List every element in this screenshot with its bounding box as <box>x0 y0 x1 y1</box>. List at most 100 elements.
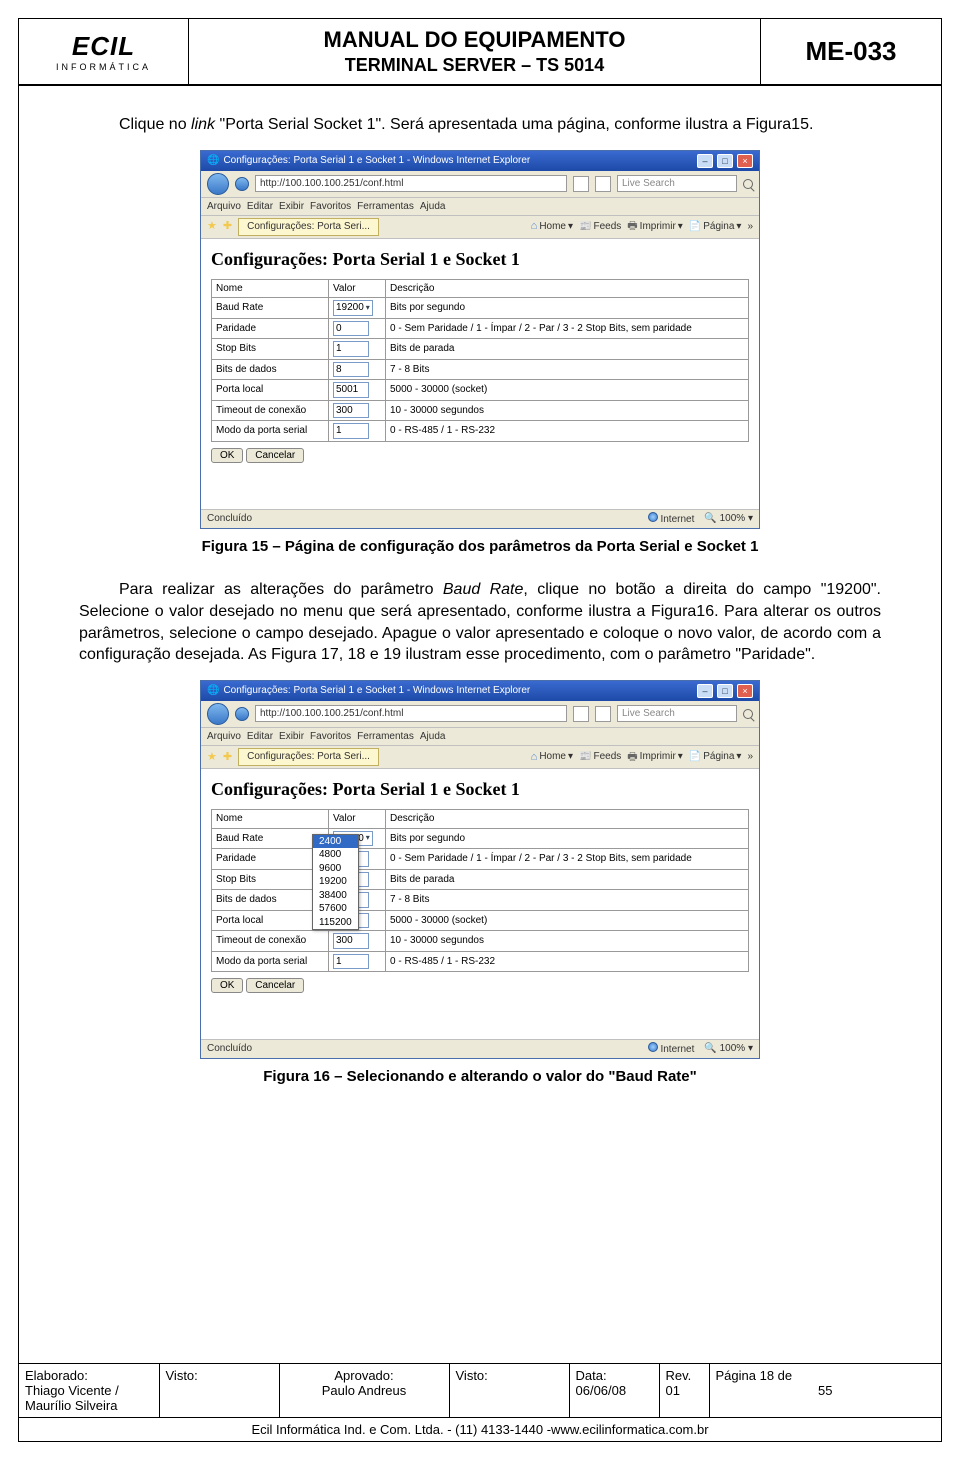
ie-window-1: 🌐 Configurações: Porta Serial 1 e Socket… <box>200 150 760 530</box>
footer-elaborado-2: Maurílio Silveira <box>25 1398 153 1413</box>
ie-favicon-2: 🌐 <box>207 684 219 698</box>
p1-a: Clique no <box>119 116 191 133</box>
config-table-2: Nome Valor Descrição Baud Rate19200▾Bits… <box>211 809 749 972</box>
print-tool[interactable]: 🖶Imprimir ▾ <box>627 219 683 234</box>
footer-data-label: Data: <box>576 1368 653 1383</box>
dropdown-opt-57600[interactable]: 57600 <box>313 902 358 916</box>
ok-button[interactable]: OK <box>211 448 243 463</box>
modo-input[interactable]: 1 <box>333 423 369 439</box>
feeds-tool[interactable]: 📰 Feeds <box>579 220 621 234</box>
dropdown-opt-115200[interactable]: 115200 <box>313 916 358 930</box>
config-heading: Configurações: Porta Serial 1 e Socket 1 <box>211 247 749 271</box>
browser-tab[interactable]: Configurações: Porta Seri... <box>238 218 379 236</box>
close-button[interactable]: × <box>737 154 753 168</box>
print-tool-2[interactable]: 🖶Imprimir ▾ <box>627 750 683 765</box>
menu-editar-2[interactable]: Editar <box>247 730 273 744</box>
ie-title-text-2: Configurações: Porta Serial 1 e Socket 1… <box>223 684 693 698</box>
close-button-2[interactable]: × <box>737 684 753 698</box>
ie-titlebar: 🌐 Configurações: Porta Serial 1 e Socket… <box>201 151 759 171</box>
portalocal-input[interactable]: 5001 <box>333 382 369 398</box>
figure-15: 🌐 Configurações: Porta Serial 1 e Socket… <box>79 150 881 530</box>
footer-aprovado-name: Paulo Andreus <box>286 1383 443 1398</box>
ie-statusbar: Concluído Internet 🔍 100% ▾ <box>201 509 759 529</box>
favorites-icon[interactable]: ★ <box>207 219 217 234</box>
cancel-button[interactable]: Cancelar <box>246 448 304 463</box>
footer-company-line: Ecil Informática Ind. e Com. Ltda. - (11… <box>19 1418 941 1442</box>
baudrate-select[interactable]: 19200▾ <box>333 300 373 316</box>
timeout-input[interactable]: 300 <box>333 403 369 419</box>
minimize-button-2[interactable]: – <box>697 684 713 698</box>
menu-exibir[interactable]: Exibir <box>279 200 304 214</box>
maximize-button[interactable]: □ <box>717 154 733 168</box>
chevron-right-icon[interactable]: » <box>747 220 753 234</box>
cancel-button-2[interactable]: Cancelar <box>246 978 304 993</box>
caption-fig15: Figura 15 – Página de configuração dos p… <box>79 537 881 557</box>
config-heading-2: Configurações: Porta Serial 1 e Socket 1 <box>211 777 749 801</box>
add-fav-icon-2[interactable]: ✚ <box>223 750 232 765</box>
favorites-icon-2[interactable]: ★ <box>207 750 217 765</box>
p2-a: Para realizar as alterações do parâmetro <box>119 581 443 598</box>
chevron-right-icon-2[interactable]: » <box>747 750 753 764</box>
dropdown-opt-9600[interactable]: 9600 <box>313 862 358 876</box>
dropdown-opt-2400[interactable]: 2400 <box>313 835 358 849</box>
menu-favoritos[interactable]: Favoritos <box>310 200 351 214</box>
search-box-2[interactable]: Live Search <box>617 705 737 723</box>
feeds-tool-2[interactable]: 📰 Feeds <box>579 750 621 764</box>
menu-arquivo[interactable]: Arquivo <box>207 200 241 214</box>
address-bar[interactable]: http://100.100.100.251/conf.html <box>255 175 567 193</box>
refresh-button-2[interactable] <box>595 706 611 722</box>
menu-favoritos-2[interactable]: Favoritos <box>310 730 351 744</box>
menu-editar[interactable]: Editar <box>247 200 273 214</box>
page-tool[interactable]: 📄 Página ▾ <box>689 220 742 234</box>
browser-tab-2[interactable]: Configurações: Porta Seri... <box>238 748 379 766</box>
go-button[interactable] <box>573 176 589 192</box>
zoom-control[interactable]: 🔍 100% ▾ <box>704 512 753 526</box>
footer-aprovado-label: Aprovado: <box>286 1368 443 1383</box>
databits-input[interactable]: 8 <box>333 362 369 378</box>
ok-button-2[interactable]: OK <box>211 978 243 993</box>
page-tool-2[interactable]: 📄 Página ▾ <box>689 750 742 764</box>
zoom-control-2[interactable]: 🔍 100% ▾ <box>704 1042 753 1056</box>
back-button-2[interactable] <box>207 703 229 725</box>
maximize-button-2[interactable]: □ <box>717 684 733 698</box>
paragraph-1: Clique no link "Porta Serial Socket 1". … <box>79 114 881 136</box>
refresh-button[interactable] <box>595 176 611 192</box>
dropdown-opt-4800[interactable]: 4800 <box>313 848 358 862</box>
title-cell: MANUAL DO EQUIPAMENTO TERMINAL SERVER – … <box>189 19 761 84</box>
p1-c: "Porta Serial Socket 1". Será apresentad… <box>215 116 813 133</box>
ie-favicon: 🌐 <box>207 154 219 168</box>
footer-data-value: 06/06/08 <box>576 1383 653 1398</box>
go-button-2[interactable] <box>573 706 589 722</box>
menu-exibir-2[interactable]: Exibir <box>279 730 304 744</box>
menu-arquivo-2[interactable]: Arquivo <box>207 730 241 744</box>
home-tool-2[interactable]: ⌂Home ▾ <box>531 750 573 765</box>
ie-window-2: 🌐 Configurações: Porta Serial 1 e Socket… <box>200 680 760 1060</box>
paridade-input[interactable]: 0 <box>333 321 369 337</box>
globe-icon-2 <box>648 1042 658 1052</box>
code-cell: ME-033 <box>761 19 941 84</box>
add-fav-icon[interactable]: ✚ <box>223 219 232 234</box>
forward-button-2[interactable] <box>235 707 249 721</box>
search-icon[interactable] <box>743 179 753 189</box>
back-button[interactable] <box>207 173 229 195</box>
menu-ajuda[interactable]: Ajuda <box>420 200 446 214</box>
col-valor: Valor <box>328 279 385 298</box>
menu-ajuda-2[interactable]: Ajuda <box>420 730 446 744</box>
minimize-button[interactable]: – <box>697 154 713 168</box>
forward-button[interactable] <box>235 177 249 191</box>
search-icon-2[interactable] <box>743 709 753 719</box>
baudrate-dropdown[interactable]: 2400 4800 9600 19200 38400 57600 115200 <box>312 834 359 931</box>
p1-link-word: link <box>191 116 215 133</box>
stopbits-input[interactable]: 1 <box>333 341 369 357</box>
address-bar-2[interactable]: http://100.100.100.251/conf.html <box>255 705 567 723</box>
menu-ferramentas-2[interactable]: Ferramentas <box>357 730 414 744</box>
home-tool[interactable]: ⌂Home ▾ <box>531 219 573 234</box>
dropdown-opt-38400[interactable]: 38400 <box>313 889 358 903</box>
footer-page-label: Página 18 de <box>716 1368 936 1383</box>
dropdown-opt-19200[interactable]: 19200 <box>313 875 358 889</box>
footer-elaborado-label: Elaborado: <box>25 1368 153 1383</box>
doc-header: ECIL INFORMÁTICA MANUAL DO EQUIPAMENTO T… <box>19 19 941 86</box>
search-box[interactable]: Live Search <box>617 175 737 193</box>
ie-tabbar: ★ ✚ Configurações: Porta Seri... ⌂Home ▾… <box>201 216 759 239</box>
menu-ferramentas[interactable]: Ferramentas <box>357 200 414 214</box>
